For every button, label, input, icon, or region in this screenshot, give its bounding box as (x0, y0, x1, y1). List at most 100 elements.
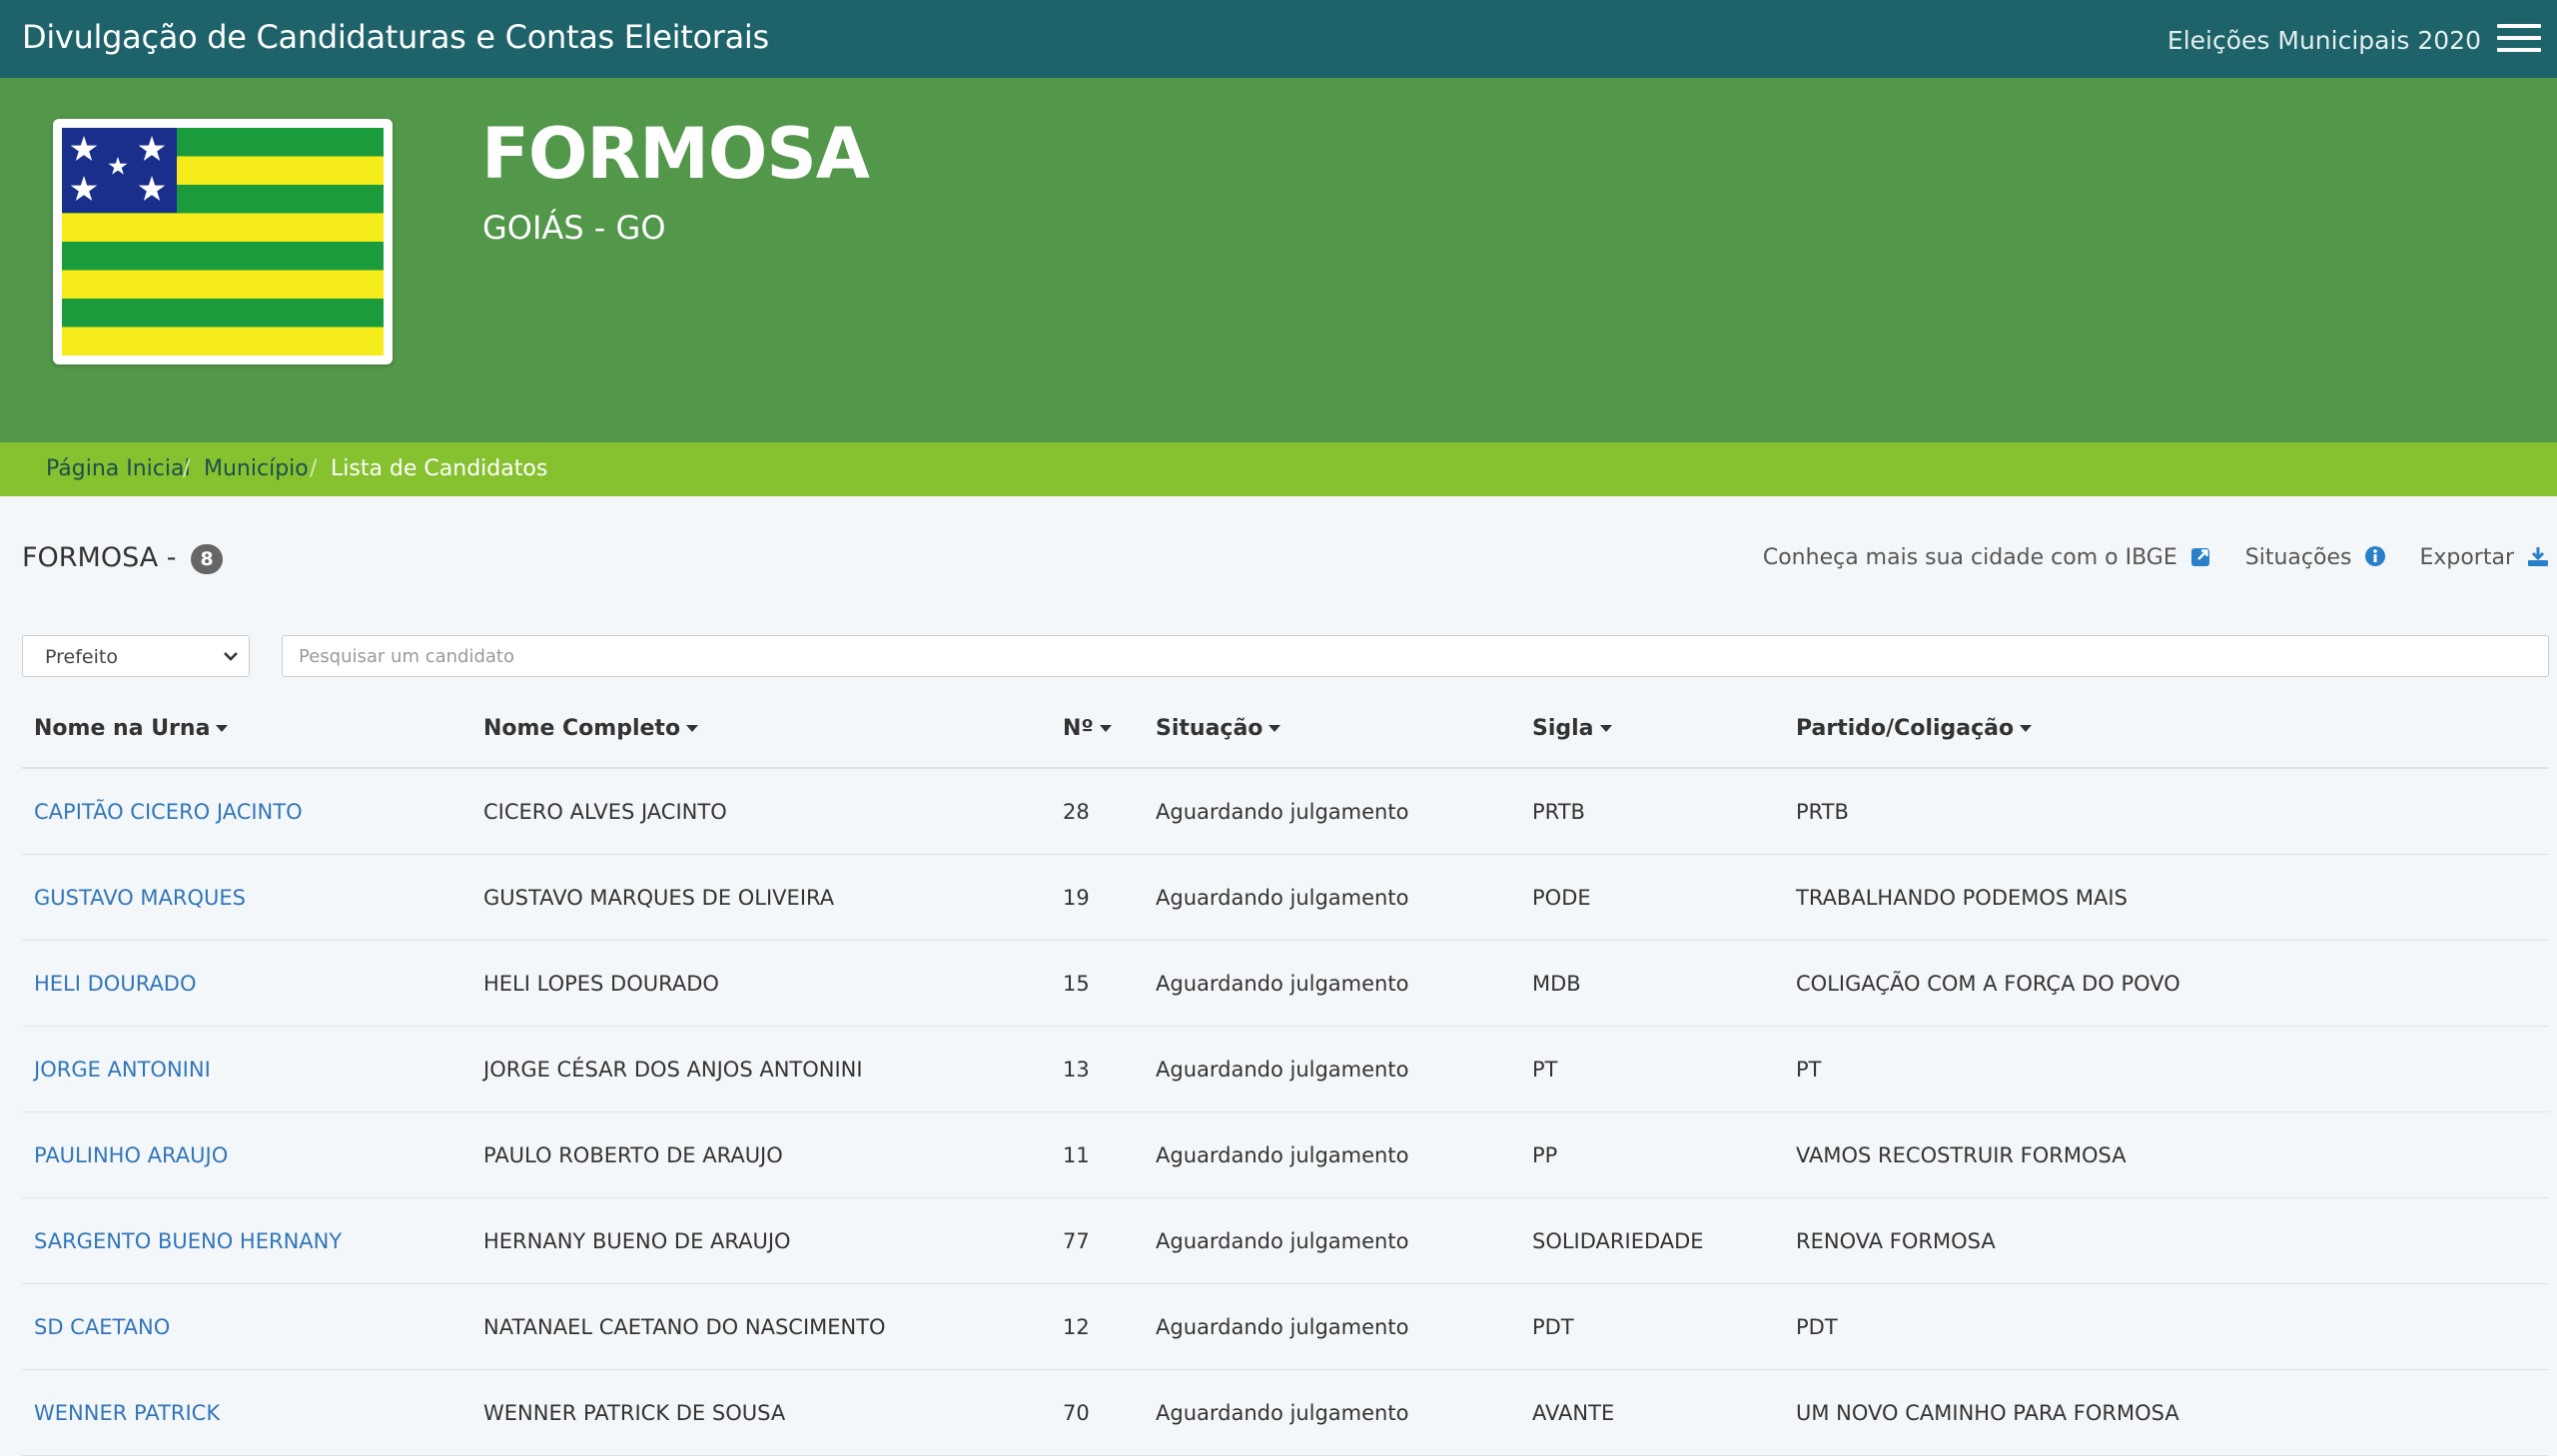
table-row[interactable]: CAPITÃO CICERO JACINTO CICERO ALVES JACI… (22, 768, 2549, 855)
cell-status: Aguardando julgamento (1144, 1026, 1520, 1112)
cell-status: Aguardando julgamento (1144, 1369, 1520, 1456)
cell-number: 19 (1051, 854, 1144, 941)
breadcrumb-municipio[interactable]: Município (204, 456, 309, 481)
cell-party: PRTB (1784, 768, 2549, 855)
table-row[interactable]: JORGE ANTONINI JORGE CÉSAR DOS ANJOS ANT… (22, 1026, 2549, 1112)
caret-down-icon (686, 725, 699, 732)
table-row[interactable]: HELI DOURADO HELI LOPES DOURADO 15 Aguar… (22, 940, 2549, 1027)
column-header-partido[interactable]: Partido/Coligação (1784, 689, 2549, 769)
cell-party: UM NOVO CAMINHO PARA FORMOSA (1784, 1369, 2549, 1456)
breadcrumb-current: Lista de Candidatos (331, 456, 548, 481)
cell-status: Aguardando julgamento (1144, 768, 1520, 855)
list-city: FORMOSA (22, 542, 159, 573)
column-header-numero[interactable]: Nº (1051, 689, 1144, 769)
column-header-urna[interactable]: Nome na Urna (22, 689, 471, 769)
list-tools: Conheça mais sua cidade com o IBGE Situa… (1737, 545, 2549, 570)
table-header-row: Nome na Urna Nome Completo Nº Situação S… (22, 689, 2549, 769)
cell-status: Aguardando julgamento (1144, 1283, 1520, 1370)
situacoes-link[interactable]: Situações (2245, 545, 2394, 570)
goias-flag (62, 128, 384, 356)
cell-sigla: PP (1520, 1111, 1784, 1198)
column-header-sigla[interactable]: Sigla (1520, 689, 1784, 769)
candidates-table: Nome na Urna Nome Completo Nº Situação S… (22, 689, 2549, 1456)
caret-down-icon (1269, 725, 1281, 732)
cell-full-name: GUSTAVO MARQUES DE OLIVEIRA (471, 854, 1051, 941)
breadcrumb-home[interactable]: Página Inicial (46, 456, 191, 481)
cell-number: 70 (1051, 1369, 1144, 1456)
cell-full-name: PAULO ROBERTO DE ARAUJO (471, 1111, 1051, 1198)
cell-full-name: HERNANY BUENO DE ARAUJO (471, 1197, 1051, 1284)
cell-number: 13 (1051, 1026, 1144, 1112)
cargo-select[interactable]: Prefeito (22, 635, 250, 677)
breadcrumb: Página Inicial / Município / Lista de Ca… (0, 442, 2557, 496)
table-row[interactable]: SARGENTO BUENO HERNANY HERNANY BUENO DE … (22, 1197, 2549, 1284)
cell-party: TRABALHANDO PODEMOS MAIS (1784, 854, 2549, 941)
cell-sigla: PODE (1520, 854, 1784, 941)
cell-full-name: CICERO ALVES JACINTO (471, 768, 1051, 855)
cell-status: Aguardando julgamento (1144, 1111, 1520, 1198)
caret-down-icon (216, 725, 229, 732)
ibge-link-label: Conheça mais sua cidade com o IBGE (1762, 545, 2177, 570)
candidate-link[interactable]: SD CAETANO (22, 1283, 471, 1370)
cell-status: Aguardando julgamento (1144, 940, 1520, 1027)
info-circle-icon (2365, 546, 2386, 566)
cell-party: PT (1784, 1026, 2549, 1112)
chevron-down-icon (224, 652, 238, 661)
breadcrumb-separator: / (310, 456, 318, 481)
table-row[interactable]: SD CAETANO NATANAEL CAETANO DO NASCIMENT… (22, 1283, 2549, 1370)
cell-sigla: PT (1520, 1026, 1784, 1112)
cell-number: 28 (1051, 768, 1144, 855)
cell-party: COLIGAÇÃO COM A FORÇA DO POVO (1784, 940, 2549, 1027)
table-row[interactable]: WENNER PATRICK WENNER PATRICK DE SOUSA 7… (22, 1369, 2549, 1456)
download-icon (2528, 547, 2548, 566)
hamburger-menu-icon[interactable] (2497, 24, 2541, 54)
list-heading: FORMOSA - 8 (22, 542, 224, 574)
caret-down-icon (2020, 725, 2033, 732)
list-separator: - (166, 542, 177, 573)
app-title[interactable]: Divulgação de Candidaturas e Contas Elei… (22, 18, 769, 56)
situacoes-label: Situações (2244, 545, 2352, 570)
exportar-label: Exportar (2419, 545, 2514, 570)
table-row[interactable]: GUSTAVO MARQUES GUSTAVO MARQUES DE OLIVE… (22, 854, 2549, 941)
election-label[interactable]: Eleições Municipais 2020 (2167, 26, 2481, 55)
candidate-link[interactable]: WENNER PATRICK (22, 1369, 471, 1456)
cell-status: Aguardando julgamento (1144, 854, 1520, 941)
cell-sigla: PDT (1520, 1283, 1784, 1370)
cell-full-name: NATANAEL CAETANO DO NASCIMENTO (471, 1283, 1051, 1370)
caret-down-icon (1599, 725, 1612, 732)
candidate-link[interactable]: GUSTAVO MARQUES (22, 854, 471, 941)
cell-party: RENOVA FORMOSA (1784, 1197, 2549, 1284)
city-hero: FORMOSA GOIÁS - GO (0, 78, 2557, 442)
cell-number: 15 (1051, 940, 1144, 1027)
candidate-link[interactable]: CAPITÃO CICERO JACINTO (22, 768, 471, 855)
table-row[interactable]: PAULINHO ARAUJO PAULO ROBERTO DE ARAUJO … (22, 1111, 2549, 1198)
ibge-link[interactable]: Conheça mais sua cidade com o IBGE (1763, 545, 2219, 570)
cell-full-name: JORGE CÉSAR DOS ANJOS ANTONINI (471, 1026, 1051, 1112)
candidate-link[interactable]: JORGE ANTONINI (22, 1026, 471, 1112)
cell-number: 11 (1051, 1111, 1144, 1198)
cell-status: Aguardando julgamento (1144, 1197, 1520, 1284)
cargo-select-value: Prefeito (45, 646, 118, 668)
cell-sigla: PRTB (1520, 768, 1784, 855)
cell-sigla: SOLIDARIEDADE (1520, 1197, 1784, 1284)
cell-party: PDT (1784, 1283, 2549, 1370)
top-bar: Divulgação de Candidaturas e Contas Elei… (0, 0, 2557, 78)
state-flag-frame (53, 119, 393, 364)
caret-down-icon (1099, 725, 1112, 732)
cell-party: VAMOS RECOSTRUIR FORMOSA (1784, 1111, 2549, 1198)
cell-sigla: MDB (1520, 940, 1784, 1027)
cell-number: 12 (1051, 1283, 1144, 1370)
column-header-completo[interactable]: Nome Completo (471, 689, 1051, 769)
cell-full-name: WENNER PATRICK DE SOUSA (471, 1369, 1051, 1456)
column-header-situacao[interactable]: Situação (1144, 689, 1520, 769)
candidate-count-badge: 8 (191, 543, 224, 574)
city-name: FORMOSA (481, 113, 870, 195)
breadcrumb-separator: / (183, 456, 191, 481)
candidate-link[interactable]: SARGENTO BUENO HERNANY (22, 1197, 471, 1284)
candidate-link[interactable]: PAULINHO ARAUJO (22, 1111, 471, 1198)
exportar-link[interactable]: Exportar (2419, 545, 2549, 570)
external-link-icon (2190, 548, 2209, 566)
candidate-link[interactable]: HELI DOURADO (22, 940, 471, 1027)
cell-sigla: AVANTE (1520, 1369, 1784, 1456)
search-input[interactable] (282, 635, 2549, 677)
